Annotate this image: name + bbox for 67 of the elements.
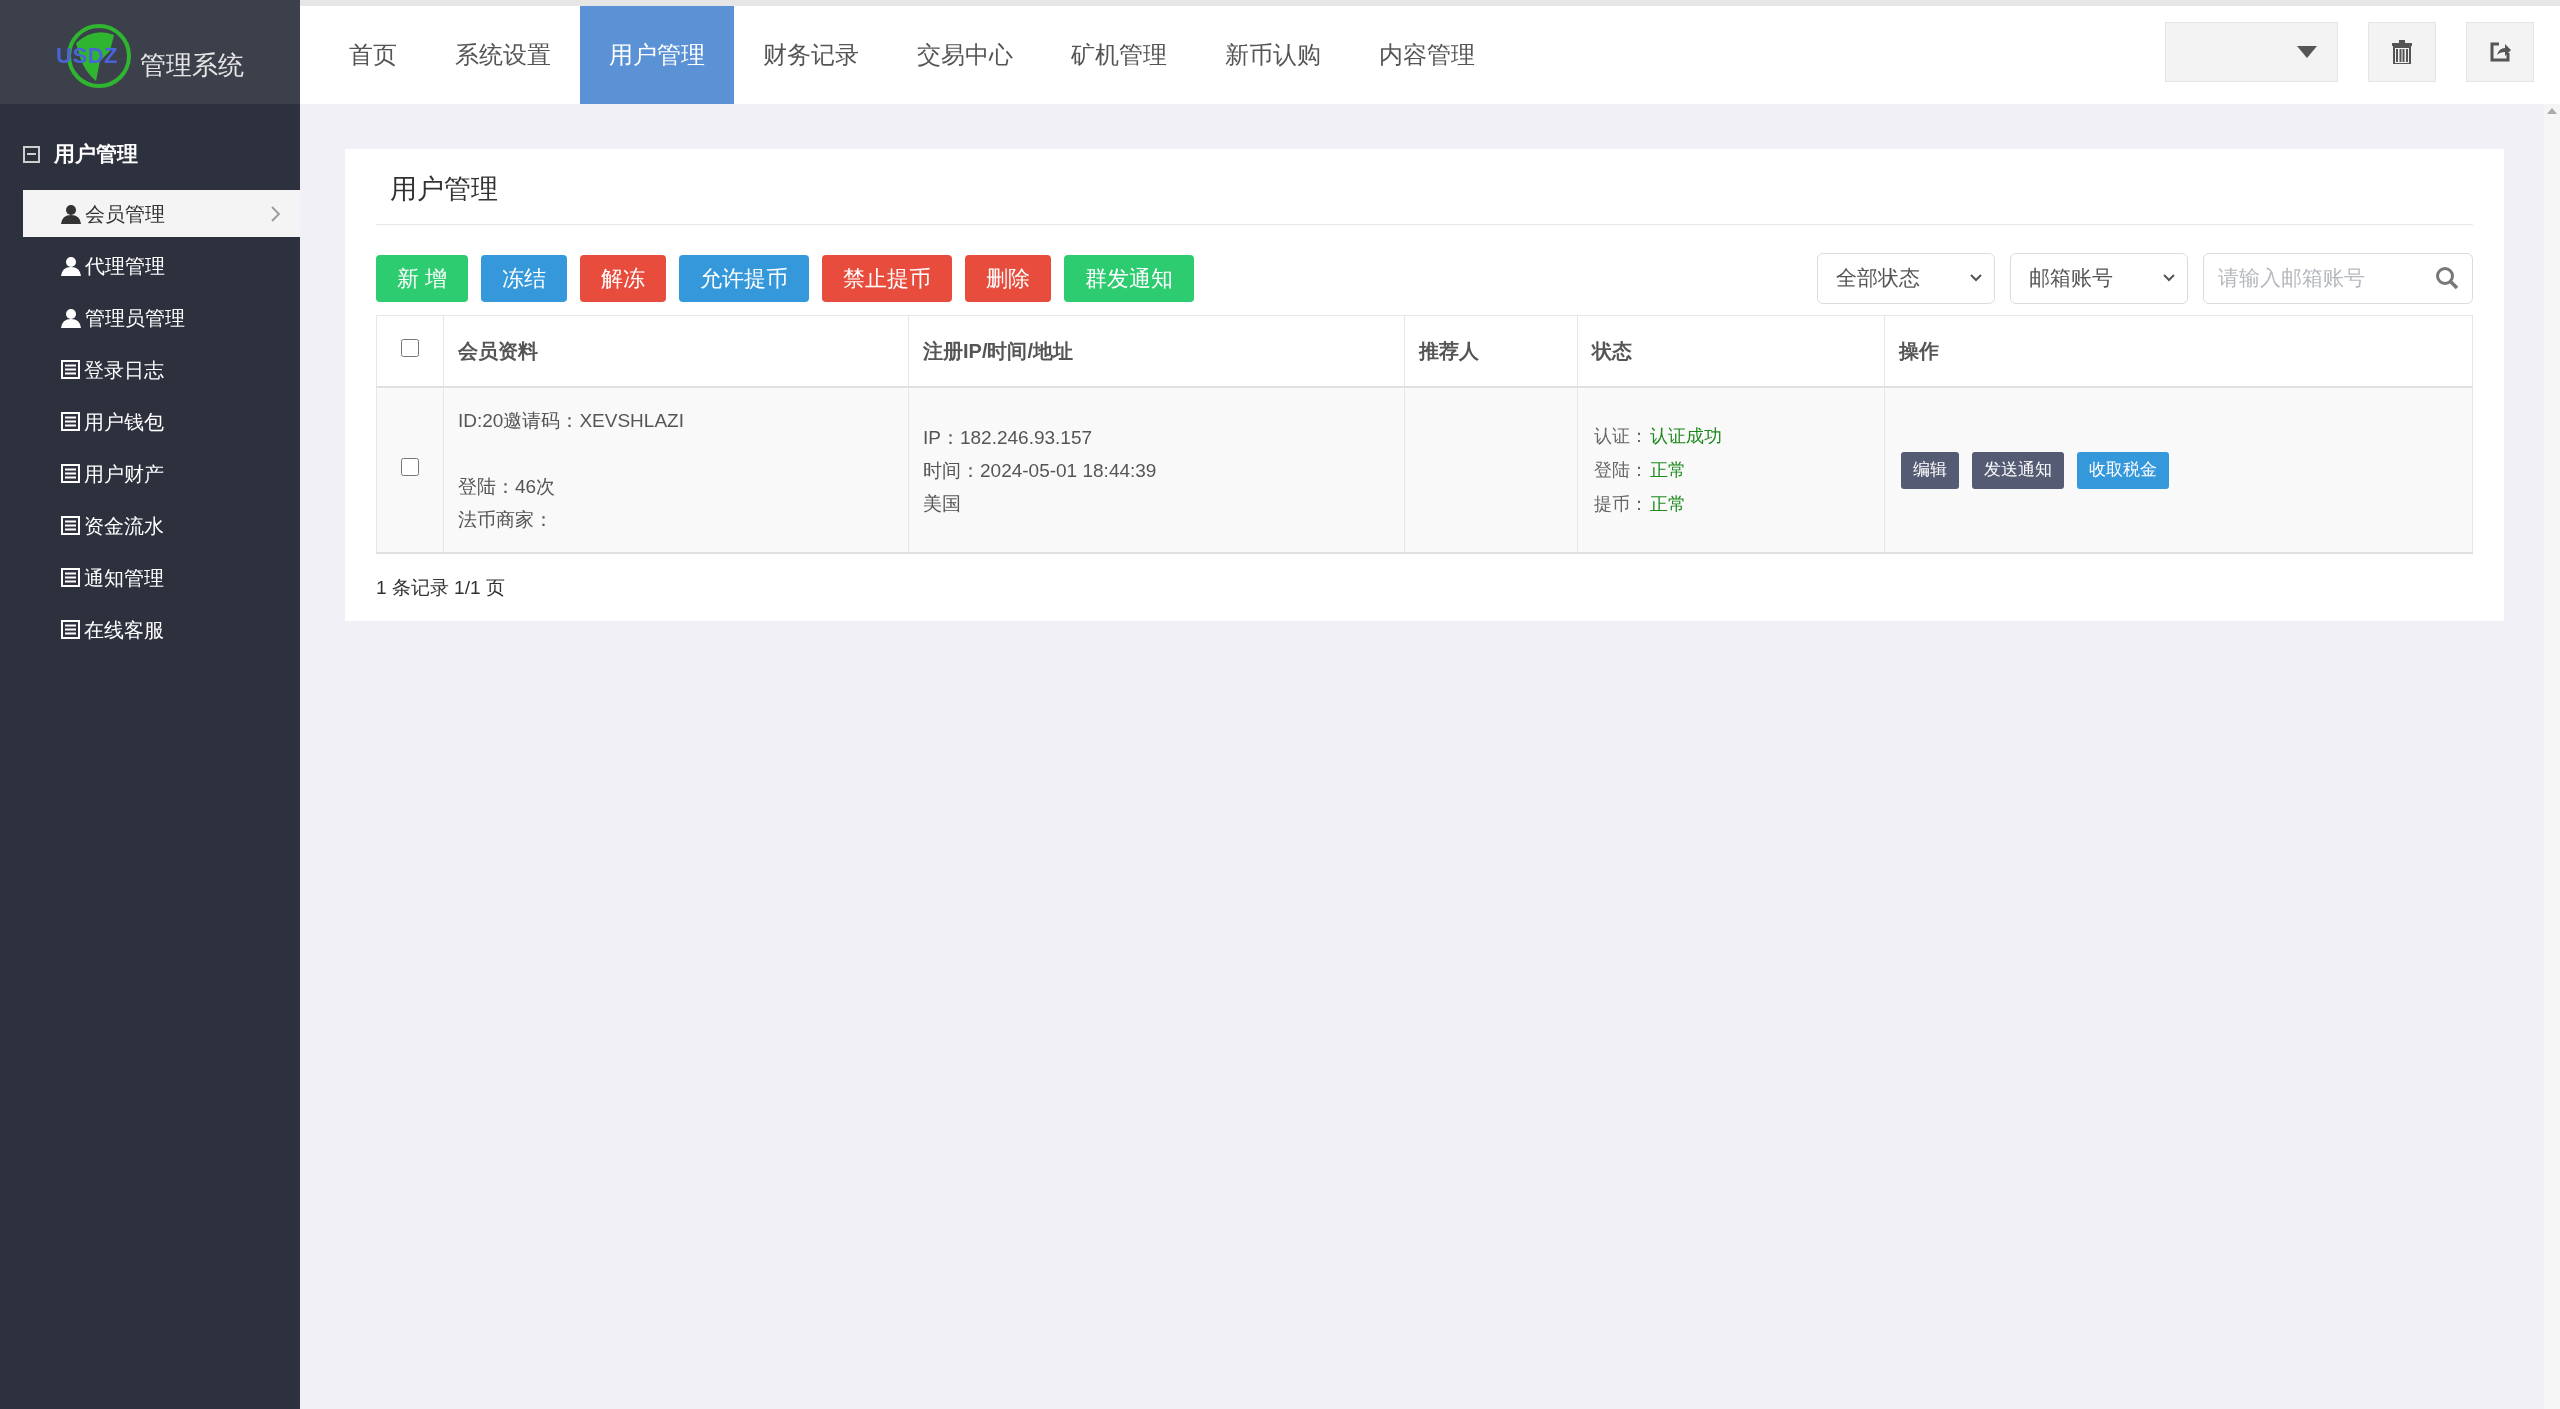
nav-tab[interactable]: 系统设置 bbox=[426, 6, 580, 104]
list-icon bbox=[61, 412, 80, 431]
status-label: 提币： bbox=[1594, 493, 1648, 516]
sidebar-item[interactable]: 代理管理 bbox=[23, 242, 300, 289]
status-label: 登陆： bbox=[1594, 459, 1648, 482]
sidebar-item[interactable]: 用户财产 bbox=[23, 450, 300, 497]
column-header: 会员资料 bbox=[458, 339, 538, 362]
search-field[interactable]: 请输入邮箱账号 bbox=[2203, 252, 2473, 304]
user-icon bbox=[61, 255, 81, 276]
nav-tab[interactable]: 内容管理 bbox=[1350, 6, 1504, 104]
registration-info-line: IP：182.246.93.157 bbox=[923, 425, 1093, 450]
list-icon bbox=[61, 516, 80, 535]
user-icon bbox=[61, 307, 81, 328]
sidebar-group-title[interactable]: 用户管理 bbox=[54, 138, 138, 170]
sidebar-item[interactable]: 登录日志 bbox=[23, 346, 300, 393]
list-icon bbox=[61, 620, 80, 639]
sidebar-item[interactable]: 在线客服 bbox=[23, 606, 300, 653]
action-button[interactable]: 编辑 bbox=[1901, 451, 1959, 489]
checkbox[interactable] bbox=[401, 457, 419, 476]
column-header: 操作 bbox=[1899, 339, 1939, 362]
toolbar-button[interactable]: 禁止提币 bbox=[822, 254, 953, 302]
collapse-icon[interactable] bbox=[23, 145, 40, 163]
status-value: 认证成功 bbox=[1650, 425, 1722, 448]
sidebar-item[interactable]: 用户钱包 bbox=[23, 398, 300, 445]
search-icon[interactable] bbox=[2435, 265, 2459, 290]
app-title: 管理系统 bbox=[140, 48, 244, 82]
registration-info-line: 美国 bbox=[923, 491, 961, 516]
nav-tab[interactable]: 首页 bbox=[320, 6, 426, 104]
sidebar-item[interactable]: 会员管理 bbox=[23, 190, 300, 237]
member-info-line: 登陆：46次 bbox=[458, 475, 556, 499]
status-value: 正常 bbox=[1650, 459, 1686, 482]
filter-dropdown[interactable]: 邮箱账号 bbox=[2010, 252, 2188, 304]
action-button[interactable]: 发送通知 bbox=[1972, 451, 2064, 489]
nav-tab[interactable]: 财务记录 bbox=[734, 6, 888, 104]
page-title: 用户管理 bbox=[389, 173, 499, 206]
list-icon bbox=[61, 568, 80, 587]
user-icon bbox=[61, 203, 81, 224]
chevron-icon bbox=[2163, 274, 2175, 282]
column-header: 推荐人 bbox=[1419, 339, 1479, 362]
column-header: 注册IP/时间/地址 bbox=[923, 339, 1073, 362]
trash-icon bbox=[2392, 40, 2412, 64]
sidebar-item[interactable]: 管理员管理 bbox=[23, 294, 300, 341]
sidebar-item[interactable]: 通知管理 bbox=[23, 554, 300, 601]
list-icon bbox=[61, 464, 80, 483]
list-icon bbox=[61, 360, 80, 379]
scrollbar[interactable] bbox=[2544, 104, 2560, 1409]
pagination-info: 1 条记录 1/1 页 bbox=[376, 576, 505, 600]
checkbox[interactable] bbox=[401, 338, 419, 357]
column-header: 状态 bbox=[1592, 339, 1632, 362]
status-label: 认证： bbox=[1594, 425, 1648, 448]
member-info-line: ID:20邀请码：XEVSHLAZI bbox=[458, 409, 684, 433]
chevron-icon bbox=[1970, 274, 1982, 282]
nav-tab[interactable]: 新币认购 bbox=[1196, 6, 1350, 104]
logout-button[interactable] bbox=[2466, 22, 2534, 82]
toolbar-button[interactable]: 解冻 bbox=[580, 254, 667, 302]
clear-cache-button[interactable] bbox=[2368, 22, 2436, 82]
share-icon bbox=[2489, 41, 2511, 63]
sidebar-item[interactable]: 资金流水 bbox=[23, 502, 300, 549]
status-value: 正常 bbox=[1650, 493, 1686, 516]
filter-dropdown[interactable]: 全部状态 bbox=[1817, 252, 1995, 304]
nav-tab[interactable]: 交易中心 bbox=[888, 6, 1042, 104]
caret-icon bbox=[2297, 46, 2317, 58]
nav-tab[interactable]: 矿机管理 bbox=[1042, 6, 1196, 104]
member-info-line: 法币商家： bbox=[458, 508, 553, 532]
chevron-icon bbox=[271, 205, 280, 222]
registration-info-line: 时间：2024-05-01 18:44:39 bbox=[923, 458, 1157, 483]
toolbar-button[interactable]: 删除 bbox=[965, 254, 1052, 302]
